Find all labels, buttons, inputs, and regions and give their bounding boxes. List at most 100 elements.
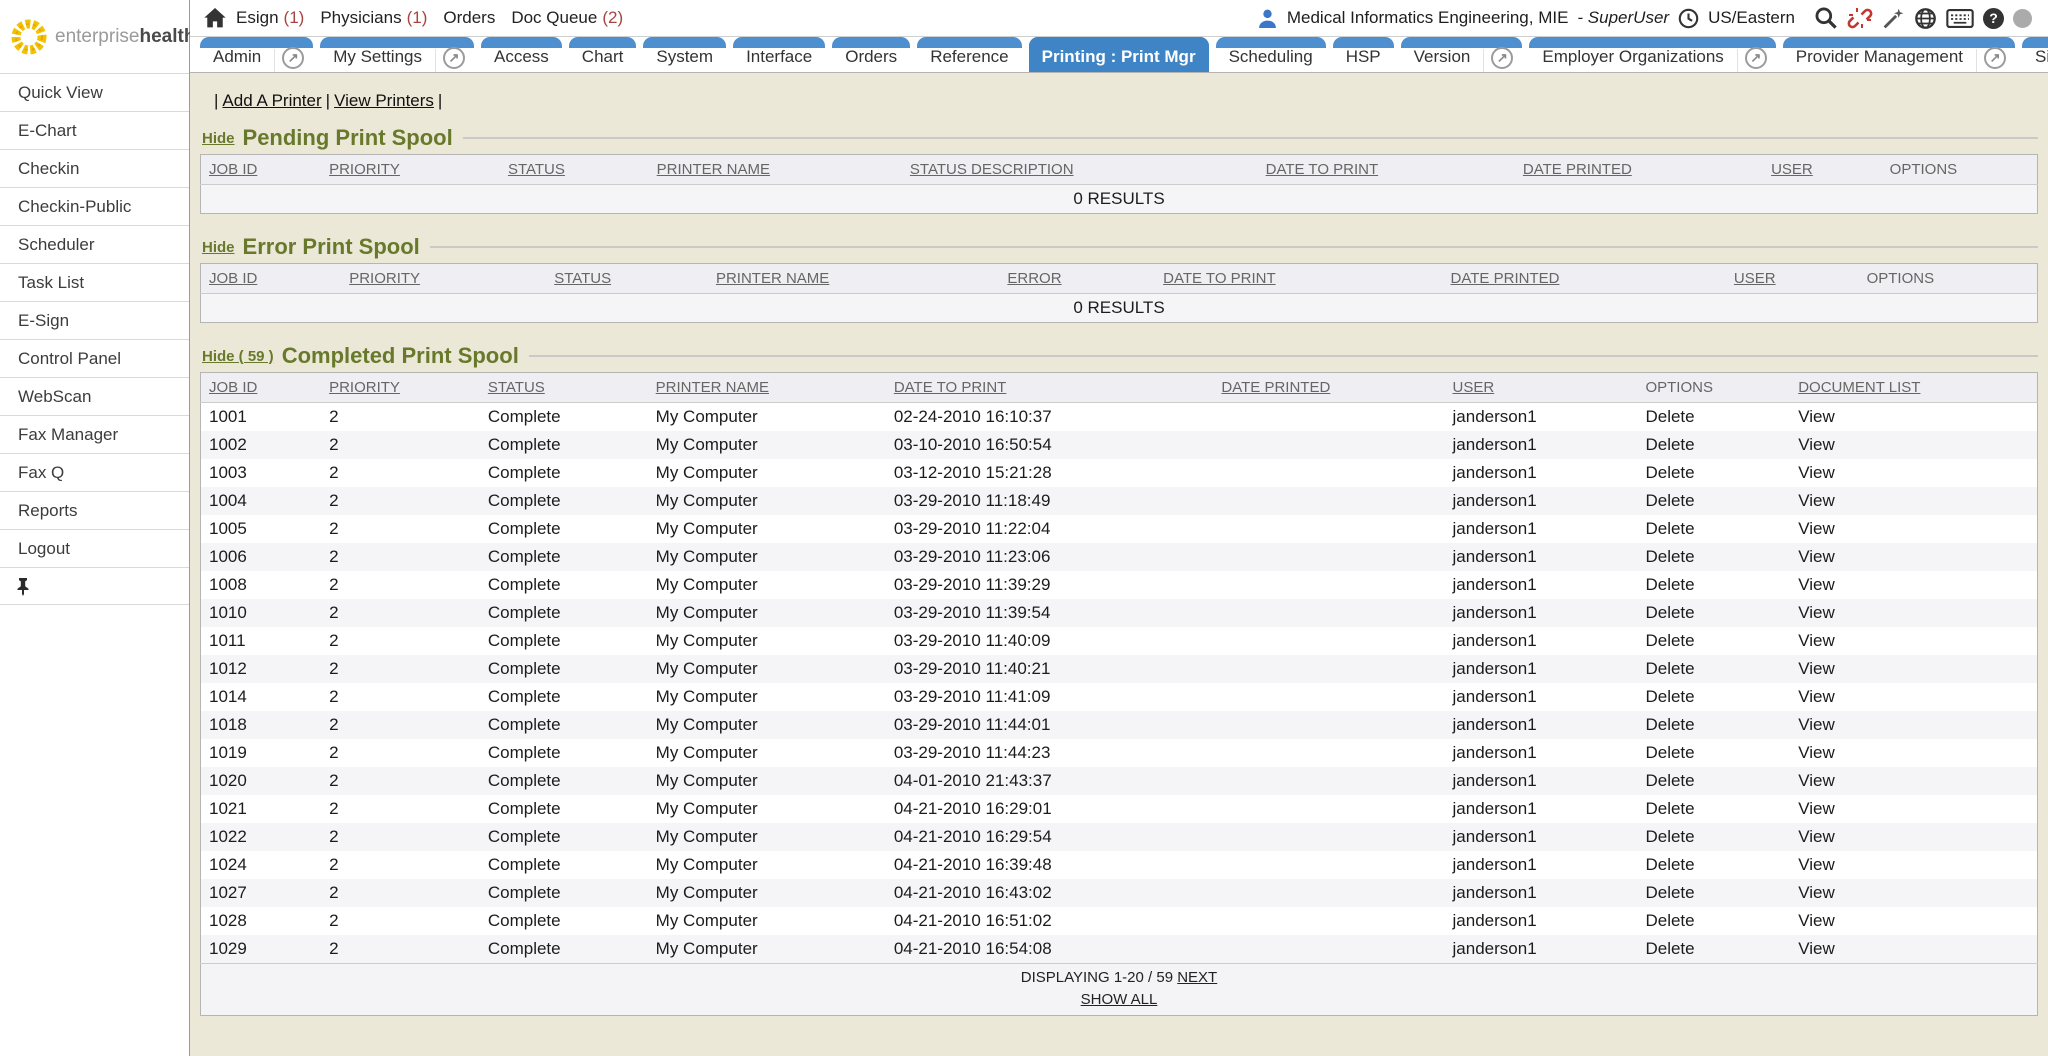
topbar-link-esign[interactable]: Esign(1)	[236, 8, 304, 28]
col-status[interactable]: STATUS	[546, 264, 708, 294]
sidebar-item-reports[interactable]: Reports	[0, 491, 189, 529]
broken-link-icon[interactable]	[1847, 6, 1873, 30]
search-icon[interactable]	[1814, 6, 1838, 30]
clock-icon[interactable]	[1678, 8, 1699, 29]
sidebar-item-control-panel[interactable]: Control Panel	[0, 339, 189, 377]
view-link[interactable]: View	[1798, 435, 1835, 454]
delete-link[interactable]: Delete	[1645, 603, 1694, 622]
tab-access[interactable]: Access	[481, 37, 562, 72]
tab-orders[interactable]: Orders	[832, 37, 910, 72]
delete-link[interactable]: Delete	[1645, 911, 1694, 930]
tab-provider-management[interactable]: Provider Management↗	[1783, 37, 2015, 72]
col-date-to-print[interactable]: DATE TO PRINT	[886, 373, 1214, 403]
delete-link[interactable]: Delete	[1645, 407, 1694, 426]
sidebar-item-quick-view[interactable]: Quick View	[0, 73, 189, 111]
delete-link[interactable]: Delete	[1645, 799, 1694, 818]
col-job-id[interactable]: JOB ID	[201, 155, 322, 185]
col-priority[interactable]: PRIORITY	[321, 155, 500, 185]
col-document-list[interactable]: DOCUMENT LIST	[1790, 373, 2037, 403]
col-job-id[interactable]: JOB ID	[201, 264, 342, 294]
topbar-link-doc-queue[interactable]: Doc Queue(2)	[511, 8, 623, 28]
globe-icon[interactable]	[1914, 7, 1937, 30]
sidebar-item-checkin[interactable]: Checkin	[0, 149, 189, 187]
tab-printing-print-mgr[interactable]: Printing : Print Mgr	[1029, 37, 1209, 72]
col-user[interactable]: USER	[1445, 373, 1638, 403]
view-link[interactable]: View	[1798, 827, 1835, 846]
view-link[interactable]: View	[1798, 911, 1835, 930]
col-printer-name[interactable]: PRINTER NAME	[649, 155, 902, 185]
sidebar-item-task-list[interactable]: Task List	[0, 263, 189, 301]
view-link[interactable]: View	[1798, 491, 1835, 510]
delete-link[interactable]: Delete	[1645, 435, 1694, 454]
col-user[interactable]: USER	[1763, 155, 1882, 185]
tab-reference[interactable]: Reference	[917, 37, 1021, 72]
sidebar-item-fax-manager[interactable]: Fax Manager	[0, 415, 189, 453]
view-link[interactable]: View	[1798, 463, 1835, 482]
pin-icon[interactable]	[16, 577, 30, 596]
wand-icon[interactable]	[1882, 7, 1905, 30]
delete-link[interactable]: Delete	[1645, 743, 1694, 762]
tab-admin[interactable]: Admin↗	[200, 37, 313, 72]
col-status[interactable]: STATUS	[480, 373, 648, 403]
external-link-icon[interactable]: ↗	[282, 47, 304, 69]
delete-link[interactable]: Delete	[1645, 631, 1694, 650]
view-link[interactable]: View	[1798, 659, 1835, 678]
delete-link[interactable]: Delete	[1645, 883, 1694, 902]
delete-link[interactable]: Delete	[1645, 547, 1694, 566]
delete-link[interactable]: Delete	[1645, 491, 1694, 510]
error-hide-link[interactable]: Hide	[202, 239, 235, 256]
tab-similar-exposure-groups-segs[interactable]: Similar Exposure Groups (SEGs)↗	[2022, 37, 2048, 72]
view-link[interactable]: View	[1798, 547, 1835, 566]
view-link[interactable]: View	[1798, 603, 1835, 622]
external-link-icon[interactable]: ↗	[443, 47, 465, 69]
view-link[interactable]: View	[1798, 771, 1835, 790]
delete-link[interactable]: Delete	[1645, 659, 1694, 678]
delete-link[interactable]: Delete	[1645, 939, 1694, 958]
col-status-description[interactable]: STATUS DESCRIPTION	[902, 155, 1258, 185]
tab-scheduling[interactable]: Scheduling	[1216, 37, 1326, 72]
delete-link[interactable]: Delete	[1645, 855, 1694, 874]
tab-interface[interactable]: Interface	[733, 37, 825, 72]
tab-system[interactable]: System	[643, 37, 726, 72]
col-date-printed[interactable]: DATE PRINTED	[1443, 264, 1726, 294]
col-date-to-print[interactable]: DATE TO PRINT	[1258, 155, 1515, 185]
col-printer-name[interactable]: PRINTER NAME	[648, 373, 886, 403]
sidebar-item-webscan[interactable]: WebScan	[0, 377, 189, 415]
view-link[interactable]: View	[1798, 687, 1835, 706]
show-all-link[interactable]: SHOW ALL	[1081, 991, 1158, 1008]
view-link[interactable]: View	[1798, 939, 1835, 958]
keyboard-icon[interactable]	[1946, 9, 1974, 28]
delete-link[interactable]: Delete	[1645, 519, 1694, 538]
sidebar-item-fax-q[interactable]: Fax Q	[0, 453, 189, 491]
view-link[interactable]: View	[1798, 855, 1835, 874]
view-link[interactable]: View	[1798, 575, 1835, 594]
external-link-icon[interactable]: ↗	[1984, 47, 2006, 69]
col-error[interactable]: ERROR	[999, 264, 1155, 294]
col-priority[interactable]: PRIORITY	[321, 373, 480, 403]
home-icon[interactable]	[204, 8, 226, 28]
sidebar-item-e-chart[interactable]: E-Chart	[0, 111, 189, 149]
delete-link[interactable]: Delete	[1645, 771, 1694, 790]
completed-hide-link[interactable]: Hide ( 59 )	[202, 348, 274, 365]
topbar-link-physicians[interactable]: Physicians(1)	[320, 8, 427, 28]
view-link[interactable]: View	[1798, 799, 1835, 818]
view-link[interactable]: View	[1798, 407, 1835, 426]
tab-hsp[interactable]: HSP	[1333, 37, 1394, 72]
view-printers-link[interactable]: View Printers	[334, 91, 434, 110]
view-link[interactable]: View	[1798, 631, 1835, 650]
delete-link[interactable]: Delete	[1645, 575, 1694, 594]
next-link[interactable]: NEXT	[1177, 969, 1217, 986]
view-link[interactable]: View	[1798, 519, 1835, 538]
tab-employer-organizations[interactable]: Employer Organizations↗	[1529, 37, 1775, 72]
col-job-id[interactable]: JOB ID	[201, 373, 322, 403]
tab-chart[interactable]: Chart	[569, 37, 637, 72]
view-link[interactable]: View	[1798, 715, 1835, 734]
help-icon[interactable]: ?	[1983, 8, 2004, 29]
pending-hide-link[interactable]: Hide	[202, 130, 235, 147]
external-link-icon[interactable]: ↗	[1491, 47, 1513, 69]
col-user[interactable]: USER	[1726, 264, 1859, 294]
external-link-icon[interactable]: ↗	[1745, 47, 1767, 69]
delete-link[interactable]: Delete	[1645, 687, 1694, 706]
sidebar-item-scheduler[interactable]: Scheduler	[0, 225, 189, 263]
col-priority[interactable]: PRIORITY	[341, 264, 546, 294]
